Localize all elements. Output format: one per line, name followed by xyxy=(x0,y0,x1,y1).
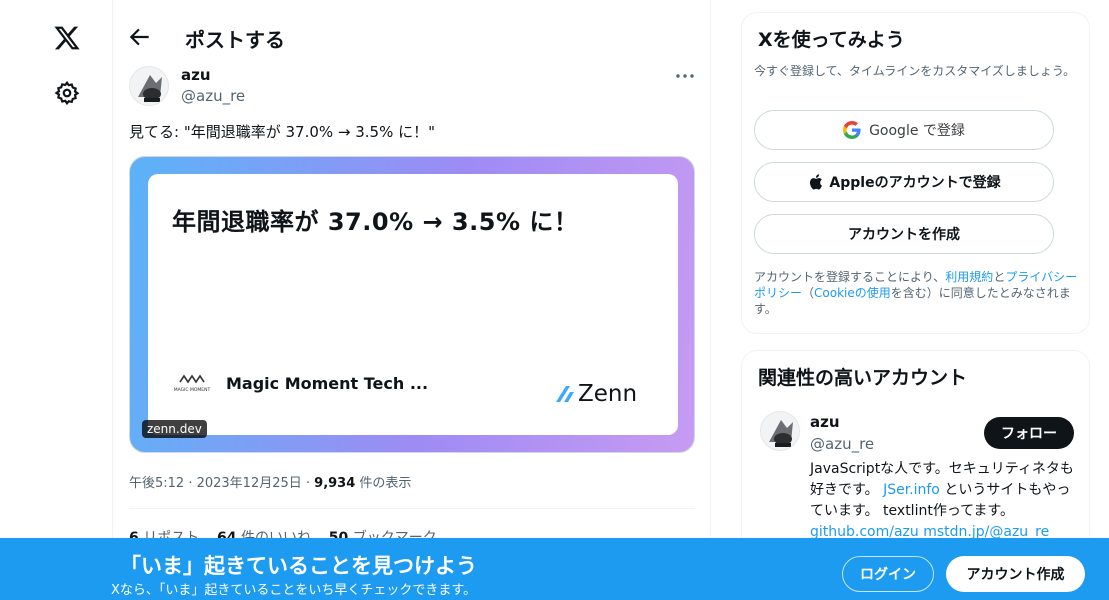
terms-link[interactable]: 利用規約 xyxy=(945,270,993,284)
google-signup-button[interactable]: Google で登録 xyxy=(754,110,1054,150)
x-logo-icon[interactable] xyxy=(52,24,82,52)
bio-link-jser[interactable]: JSer.info xyxy=(883,482,940,498)
signup-panel: Xを使ってみよう 今すぐ登録して、タイムラインをカスタマイズしましょう。 Goo… xyxy=(741,12,1090,334)
author-name[interactable]: azu xyxy=(181,66,211,84)
link-card[interactable]: 年間退職率が 37.0% → 3.5% に！ MAGIC MOMENT Magi… xyxy=(129,156,695,453)
back-arrow-icon[interactable] xyxy=(127,24,153,50)
svg-text:Zenn: Zenn xyxy=(578,381,637,406)
author-handle[interactable]: @azu_re xyxy=(181,87,245,105)
views-label: 件の表示 xyxy=(355,476,412,491)
divider xyxy=(129,508,695,509)
banner-subtitle: Xなら、「いま」起きていることをいち早くチェックできます。 xyxy=(111,583,477,598)
gear-icon[interactable] xyxy=(54,80,80,106)
google-icon xyxy=(843,121,861,139)
related-account-bio: JavaScriptな人です。セキュリティネタも好きです。 JSer.info … xyxy=(810,461,1074,540)
link-card-image: 年間退職率が 37.0% → 3.5% に！ MAGIC MOMENT Magi… xyxy=(148,174,678,435)
post-metadata: 午後5:12 · 2023年12月25日 · 9,934 件の表示 xyxy=(129,472,411,491)
related-account-name[interactable]: azu xyxy=(810,413,840,431)
banner-title: 「いま」起きていることを見つけよう xyxy=(120,554,477,578)
create-account-button[interactable]: アカウントを作成 xyxy=(754,214,1054,254)
avatar[interactable] xyxy=(760,411,800,451)
page-title: ポストする xyxy=(185,28,285,52)
apple-icon xyxy=(810,174,823,190)
card-title: 年間退職率が 37.0% → 3.5% に！ xyxy=(172,208,579,236)
create-account-label: アカウントを作成 xyxy=(848,227,960,243)
terms-notice: アカウントを登録することにより、利用規約とプライバシーポリシー（Cookieの使… xyxy=(754,270,1078,316)
magic-moment-logo: MAGIC MOMENT xyxy=(174,374,211,393)
card-publisher: Magic Moment Tech ... xyxy=(226,374,429,393)
signup-button[interactable]: アカウント作成 xyxy=(946,556,1085,592)
apple-signup-label: Appleのアカウントで登録 xyxy=(829,175,1001,191)
zenn-logo: Zenn xyxy=(556,381,637,406)
signup-subtitle: 今すぐ登録して、タイムラインをカスタマイズしましょう。 xyxy=(754,64,1076,78)
views-count: 9,934 xyxy=(314,476,356,491)
signup-banner: 「いま」起きていることを見つけよう Xなら、「いま」起きていることをいち早くチェ… xyxy=(0,538,1109,600)
avatar[interactable] xyxy=(129,66,169,106)
apple-signup-button[interactable]: Appleのアカウントで登録 xyxy=(754,162,1054,202)
cookie-policy-link[interactable]: Cookieの使用 xyxy=(814,286,891,300)
signup-title: Xを使ってみよう xyxy=(758,29,905,51)
more-options-icon[interactable] xyxy=(673,64,697,88)
main-column: ポストする azu @azu_re 見てる: "年間退職率が 37.0% → 3… xyxy=(112,0,711,600)
svg-text:MAGIC MOMENT: MAGIC MOMENT xyxy=(174,387,211,393)
related-account-handle[interactable]: @azu_re xyxy=(810,435,874,453)
page-header: ポストする xyxy=(113,0,712,72)
left-navigation xyxy=(0,0,112,600)
related-accounts-title: 関連性の高いアカウント xyxy=(758,367,968,389)
card-domain-badge: zenn.dev xyxy=(142,420,207,438)
follow-button[interactable]: フォロー xyxy=(984,417,1074,449)
google-signup-label: Google で登録 xyxy=(869,123,965,139)
post-timestamp[interactable]: 午後5:12 · 2023年12月25日 · xyxy=(129,476,314,491)
login-button[interactable]: ログイン xyxy=(842,556,934,592)
post-text: 見てる: "年間退職率が 37.0% → 3.5% に！" xyxy=(129,123,436,141)
